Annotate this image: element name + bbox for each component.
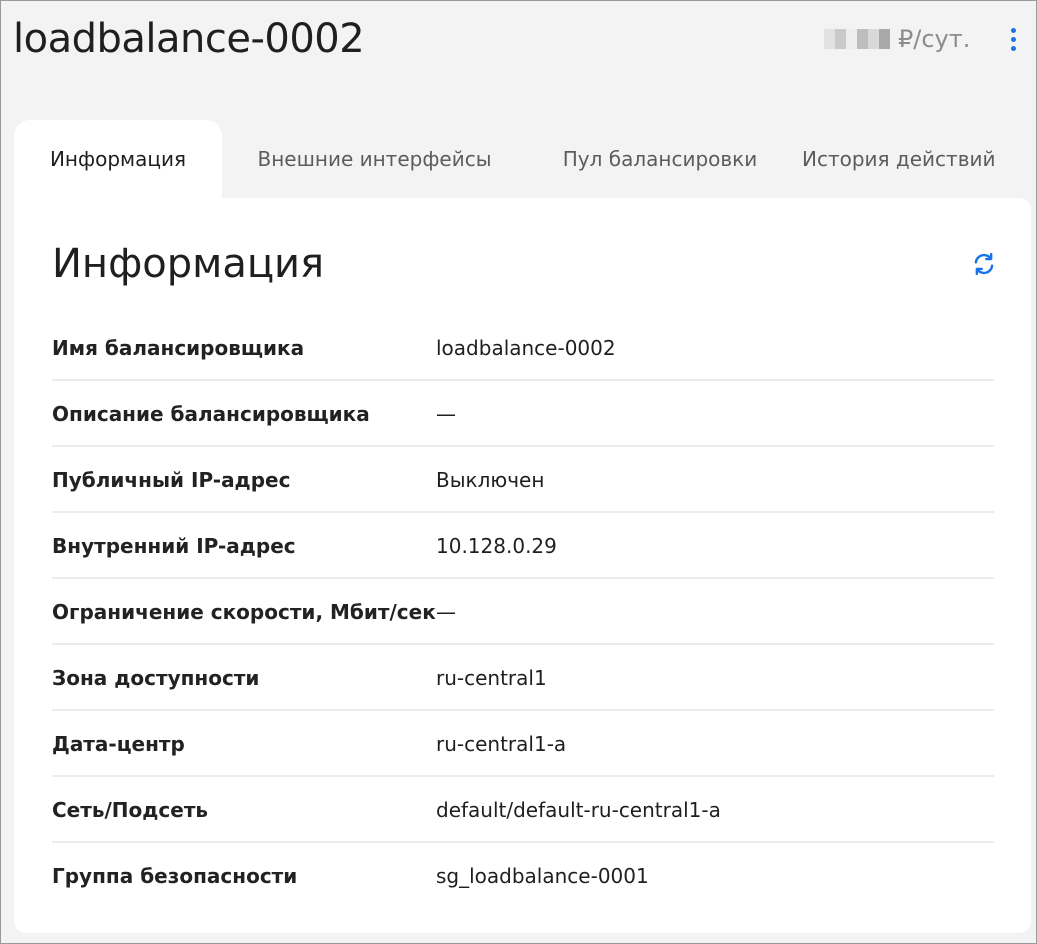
tab-bar: Информация Внешние интерфейсы Пул баланс… [14,120,1036,198]
details-list: Имя балансировщика loadbalance-0002 Опис… [52,315,994,909]
detail-value: sg_loadbalance-0001 [436,864,649,888]
kebab-menu-icon[interactable] [1001,23,1025,55]
price-unit: ₽/сут. [898,25,971,53]
detail-label: Группа безопасности [52,864,298,888]
detail-label: Зона доступности [52,666,260,690]
detail-row-speed-limit: Ограничение скорости, Мбит/сек — [52,579,994,645]
tab-action-history[interactable]: История действий [793,120,1036,198]
price-value-redacted [824,29,890,49]
detail-row-datacenter: Дата-центр ru-central1-a [52,711,994,777]
detail-row-description: Описание балансировщика — [52,381,994,447]
detail-label: Публичный IP-адрес [52,468,291,492]
detail-value: ru-central1-a [436,732,567,756]
section-title: Информация [52,241,325,287]
detail-value: Выключен [436,468,545,492]
detail-row-internal-ip: Внутренний IP-адрес 10.128.0.29 [52,513,994,579]
detail-row-network-subnet: Сеть/Подсеть default/default-ru-central1… [52,777,994,843]
detail-value: — [436,402,456,426]
detail-label: Описание балансировщика [52,402,370,426]
page-title: loadbalance-0002 [13,16,365,62]
detail-label: Имя балансировщика [52,336,305,360]
app-window: loadbalance-0002 ₽/сут. Информация Внешн… [0,0,1037,944]
tab-external-interfaces[interactable]: Внешние интерфейсы [222,120,527,198]
detail-value: 10.128.0.29 [436,534,557,558]
detail-label: Сеть/Подсеть [52,798,209,822]
detail-row-availability-zone: Зона доступности ru-central1 [52,645,994,711]
detail-label: Ограничение скорости, Мбит/сек [52,600,436,624]
detail-value: ru-central1 [436,666,547,690]
detail-row-public-ip: Публичный IP-адрес Выключен [52,447,994,513]
detail-value: — [436,600,456,624]
tab-balancing-pool[interactable]: Пул балансировки [527,120,793,198]
detail-row-name: Имя балансировщика loadbalance-0002 [52,315,994,381]
detail-value: default/default-ru-central1-a [436,798,721,822]
detail-label: Дата-центр [52,732,185,756]
tab-info[interactable]: Информация [14,120,222,198]
info-panel: Информация Имя балансировщика loadbalanc… [14,198,1031,933]
detail-value: loadbalance-0002 [436,336,616,360]
detail-label: Внутренний IP-адрес [52,534,296,558]
refresh-icon[interactable] [971,251,997,277]
detail-row-security-group: Группа безопасности sg_loadbalance-0001 [52,843,994,909]
price-display: ₽/сут. [824,23,970,55]
